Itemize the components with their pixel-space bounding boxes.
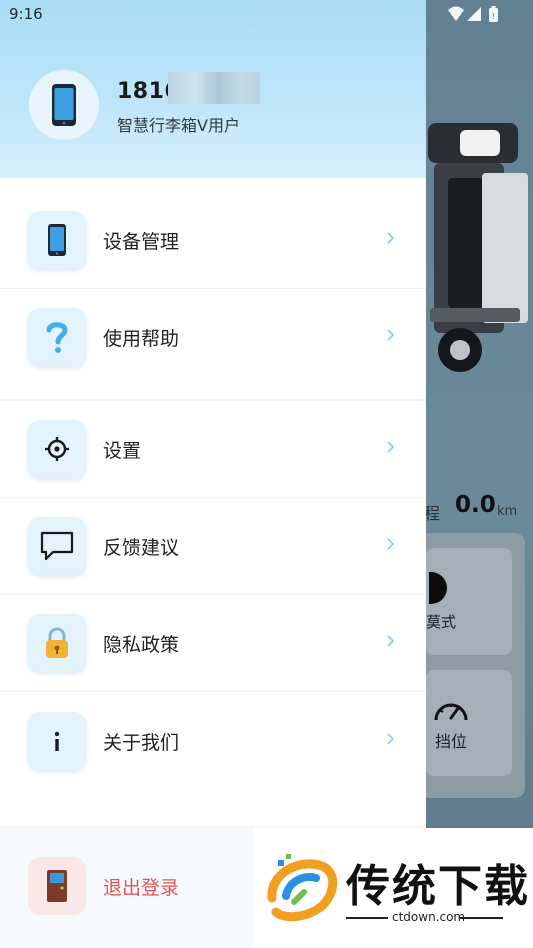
phone-icon bbox=[52, 84, 76, 126]
settings-icon bbox=[45, 437, 69, 461]
speedometer-icon bbox=[434, 703, 468, 721]
menu-icon-container bbox=[28, 211, 86, 269]
status-time: 9:16 bbox=[9, 5, 43, 23]
menu-item-help[interactable]: 使用帮助 bbox=[0, 289, 426, 385]
menu-label: 关于我们 bbox=[103, 732, 180, 754]
watermark-line-left bbox=[346, 917, 388, 919]
menu-label: 设备管理 bbox=[103, 231, 180, 253]
mileage-value: 0.0 bbox=[455, 492, 496, 518]
user-subtitle: 智慧行李箱V用户 bbox=[117, 116, 240, 135]
chevron-right-icon bbox=[387, 538, 395, 550]
chevron-right-icon bbox=[387, 441, 395, 453]
signal-icon bbox=[467, 7, 481, 21]
avatar[interactable] bbox=[29, 70, 99, 140]
chevron-right-icon bbox=[387, 329, 395, 341]
mileage-label: 程 bbox=[424, 504, 441, 523]
mode-label: 莫式 bbox=[426, 613, 457, 631]
divider bbox=[0, 691, 426, 692]
menu-icon-container bbox=[28, 420, 86, 478]
logout-button[interactable]: 退出登录 bbox=[103, 873, 179, 900]
redaction-mask bbox=[168, 72, 260, 104]
scooter-image bbox=[428, 123, 528, 372]
chevron-right-icon bbox=[387, 635, 395, 647]
navigation-drawer: 1816 智慧行李箱V用户 设备管理 使用帮助 设置 反馈建议 隐私政策 关于我… bbox=[0, 0, 426, 948]
question-icon bbox=[46, 322, 68, 353]
menu-label: 使用帮助 bbox=[103, 328, 180, 350]
menu-item-privacy-policy[interactable]: 隐私政策 bbox=[0, 595, 426, 691]
phone-icon bbox=[48, 224, 66, 256]
mileage-readout: 程 0.0 km bbox=[420, 492, 533, 524]
menu-icon-container bbox=[28, 614, 86, 672]
gear-label: 挡位 bbox=[435, 732, 468, 751]
drawer-header: 1816 智慧行李箱V用户 bbox=[0, 0, 426, 178]
watermark-line-right bbox=[459, 917, 503, 919]
chevron-right-icon bbox=[387, 232, 395, 244]
menu-label: 反馈建议 bbox=[103, 537, 180, 559]
menu-item-settings[interactable]: 设置 bbox=[0, 401, 426, 497]
mileage-unit: km bbox=[497, 504, 518, 519]
svg-text:!: ! bbox=[492, 12, 495, 21]
menu-label: 设置 bbox=[103, 440, 142, 462]
watermark: 传统下载 ctdown.com bbox=[254, 828, 533, 948]
watermark-logo bbox=[267, 854, 338, 922]
watermark-url: ctdown.com bbox=[392, 910, 466, 924]
battery-icon: ! bbox=[489, 6, 498, 22]
menu-icon-container bbox=[28, 712, 86, 770]
door-icon bbox=[47, 870, 67, 902]
lock-icon bbox=[46, 627, 68, 658]
chevron-right-icon bbox=[387, 733, 395, 745]
menu-item-device-management[interactable]: 设备管理 bbox=[0, 192, 426, 288]
menu-icon-container bbox=[28, 517, 86, 575]
info-icon bbox=[54, 731, 60, 751]
menu-item-about-us[interactable]: 关于我们 bbox=[0, 693, 426, 789]
status-icons: ! bbox=[448, 6, 498, 22]
menu-icon-container bbox=[28, 308, 86, 366]
watermark-title: 传统下载 bbox=[346, 861, 530, 912]
chat-icon bbox=[40, 531, 74, 561]
menu-label: 隐私政策 bbox=[103, 634, 180, 656]
logout-icon-container[interactable] bbox=[28, 857, 86, 915]
wifi-icon bbox=[448, 6, 464, 21]
menu-item-feedback[interactable]: 反馈建议 bbox=[0, 498, 426, 594]
